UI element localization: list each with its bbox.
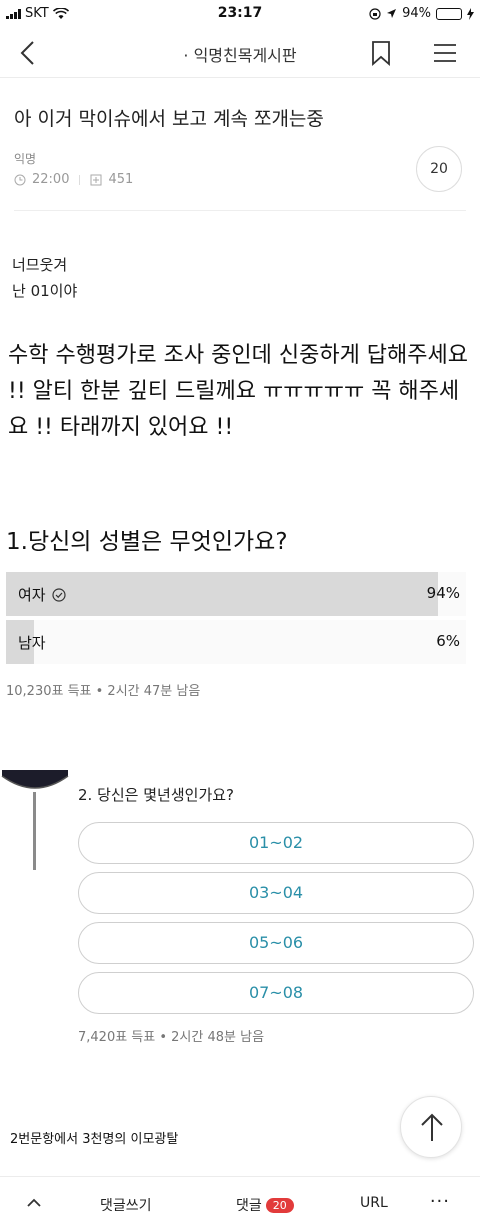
chevron-up-icon[interactable] xyxy=(22,1191,46,1215)
battery-percent: 94% xyxy=(402,6,431,21)
embedded-post-text: 수학 수행평가로 조사 중인데 신중하게 답해주세요 !! 알티 한분 깊티 드… xyxy=(8,343,469,440)
post-author: 익명 xyxy=(14,152,37,166)
bowl-image xyxy=(1,770,69,870)
poll1-question: 1.당신의 성별은 무엇인가요? xyxy=(6,529,288,555)
poll1-option-label: 남자 xyxy=(18,632,46,653)
post-body-intro: 너므웃겨 난 01이야 xyxy=(12,252,77,304)
location-icon xyxy=(387,9,397,18)
poll2-option-button[interactable]: 07~08 xyxy=(78,972,474,1014)
write-comment-button[interactable]: 댓글쓰기 xyxy=(100,1195,152,1215)
poll1-results: 여자 94% 남자 6% xyxy=(6,572,466,668)
caption-text: 2번문항에서 3천명의 이모광탈 xyxy=(10,1132,179,1147)
poll1-bar xyxy=(6,572,439,616)
top-nav-bar: · 익명친목게시판 xyxy=(0,28,480,78)
comments-label: 댓글 xyxy=(236,1198,262,1214)
scroll-to-top-button[interactable] xyxy=(400,1096,462,1158)
poll2-vote-info: 7,420표 득표 • 2시간 48분 남음 xyxy=(78,1030,265,1045)
bottom-action-bar: 댓글쓰기 댓글 20 URL ··· xyxy=(0,1176,480,1228)
charging-icon xyxy=(467,7,474,20)
post-views: 451 xyxy=(108,172,134,187)
poll2-options: 01~02 03~04 05~06 07~08 xyxy=(78,822,474,1022)
clock-icon xyxy=(14,174,26,185)
menu-icon[interactable] xyxy=(430,38,460,68)
body-line: 난 01이야 xyxy=(12,282,78,300)
poll1-option[interactable]: 남자 6% xyxy=(6,620,466,664)
status-bar: SKT 23:17 94% xyxy=(0,0,480,28)
poll1-option-label: 여자 xyxy=(18,584,66,605)
bookmark-icon[interactable] xyxy=(368,38,394,68)
poll2-option-button[interactable]: 05~06 xyxy=(78,922,474,964)
header-divider xyxy=(14,210,466,211)
post-title: 아 이거 막이슈에서 보고 계속 쪼개는중 xyxy=(14,108,324,130)
poll1-option[interactable]: 여자 94% xyxy=(6,572,466,616)
board-title: · 익명친목게시판 xyxy=(183,46,297,65)
meta-divider xyxy=(79,174,81,185)
comments-button[interactable]: 댓글 20 xyxy=(236,1195,294,1215)
poll1-option-percent: 94% xyxy=(426,584,460,602)
comment-count-button[interactable]: 20 xyxy=(416,146,462,192)
check-circle-icon xyxy=(52,587,66,602)
url-button[interactable]: URL xyxy=(360,1195,388,1211)
poll1-option-text: 남자 xyxy=(18,634,46,652)
post-meta: 22:00 451 xyxy=(14,172,133,187)
poll2-option-button[interactable]: 03~04 xyxy=(78,872,474,914)
rotation-lock-icon xyxy=(369,7,381,20)
comments-count-badge: 20 xyxy=(265,1197,294,1213)
poll1-option-percent: 6% xyxy=(436,632,460,650)
more-button[interactable]: ··· xyxy=(430,1191,450,1212)
poll2-question: 2. 당신은 몇년생인가요? xyxy=(78,786,235,804)
status-right: 94% xyxy=(369,6,474,21)
views-icon xyxy=(90,174,102,185)
post-time: 22:00 xyxy=(32,172,70,187)
body-line: 너므웃겨 xyxy=(12,256,68,274)
battery-icon xyxy=(436,7,462,20)
poll2-option-button[interactable]: 01~02 xyxy=(78,822,474,864)
arrow-up-icon xyxy=(421,1113,443,1141)
poll1-option-text: 여자 xyxy=(18,586,46,604)
poll1-vote-info: 10,230표 득표 • 2시간 47분 남음 xyxy=(6,684,201,699)
